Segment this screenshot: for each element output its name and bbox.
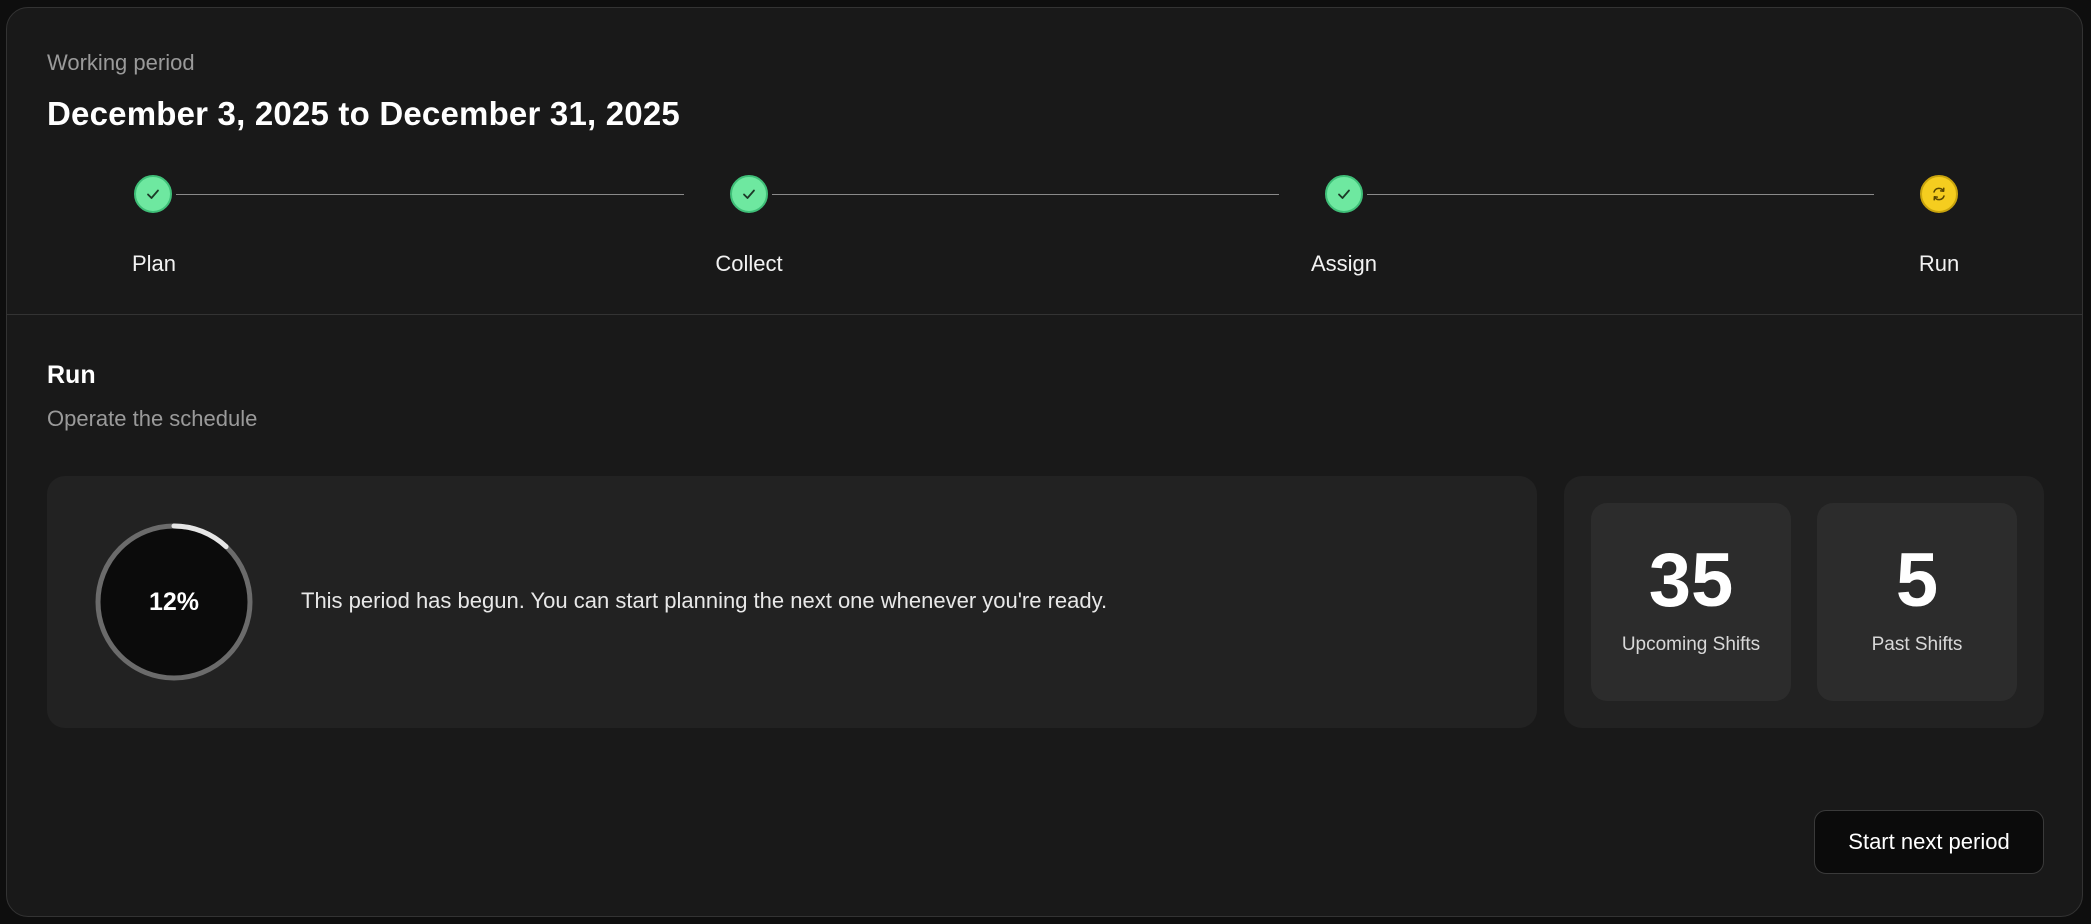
step-connector xyxy=(1367,194,1874,195)
step-collect-status xyxy=(730,175,768,213)
step-label-run: Run xyxy=(1918,251,1960,276)
stat-value: 5 xyxy=(1895,538,1939,623)
section-divider xyxy=(7,314,2082,315)
step-label-plan: Plan xyxy=(131,251,177,276)
stat-value: 35 xyxy=(1648,538,1734,623)
progress-message: This period has begun. You can start pla… xyxy=(301,588,1108,613)
progress-panel: 12% This period has begun. You can start… xyxy=(47,476,1537,728)
stat-past-shifts: 5 Past Shifts xyxy=(1817,503,2017,701)
start-next-period-button[interactable]: Start next period xyxy=(1814,810,2044,874)
period-range-title: December 3, 2025 to December 31, 2025 xyxy=(47,95,680,132)
step-connector xyxy=(772,194,1279,195)
check-icon xyxy=(1338,189,1350,199)
working-period-card: Working period December 3, 2025 to Decem… xyxy=(6,7,2083,917)
stats-panel: 35 Upcoming Shifts 5 Past Shifts xyxy=(1564,476,2044,728)
check-icon xyxy=(743,189,755,199)
check-icon xyxy=(147,189,159,199)
stat-upcoming-shifts: 35 Upcoming Shifts xyxy=(1591,503,1791,701)
step-label-assign: Assign xyxy=(1310,251,1378,276)
step-run-status xyxy=(1920,175,1958,213)
step-plan-status xyxy=(134,175,172,213)
step-assign-status xyxy=(1325,175,1363,213)
stat-label: Upcoming Shifts xyxy=(1621,634,1761,655)
section-title: Run xyxy=(47,361,96,389)
period-label: Working period xyxy=(47,50,195,75)
step-connector xyxy=(176,194,684,195)
progress-percent: 12% xyxy=(148,587,200,616)
section-subtitle: Operate the schedule xyxy=(47,406,258,431)
refresh-icon xyxy=(1933,187,1945,201)
step-label-collect: Collect xyxy=(715,251,783,276)
stat-label: Past Shifts xyxy=(1871,634,1963,655)
